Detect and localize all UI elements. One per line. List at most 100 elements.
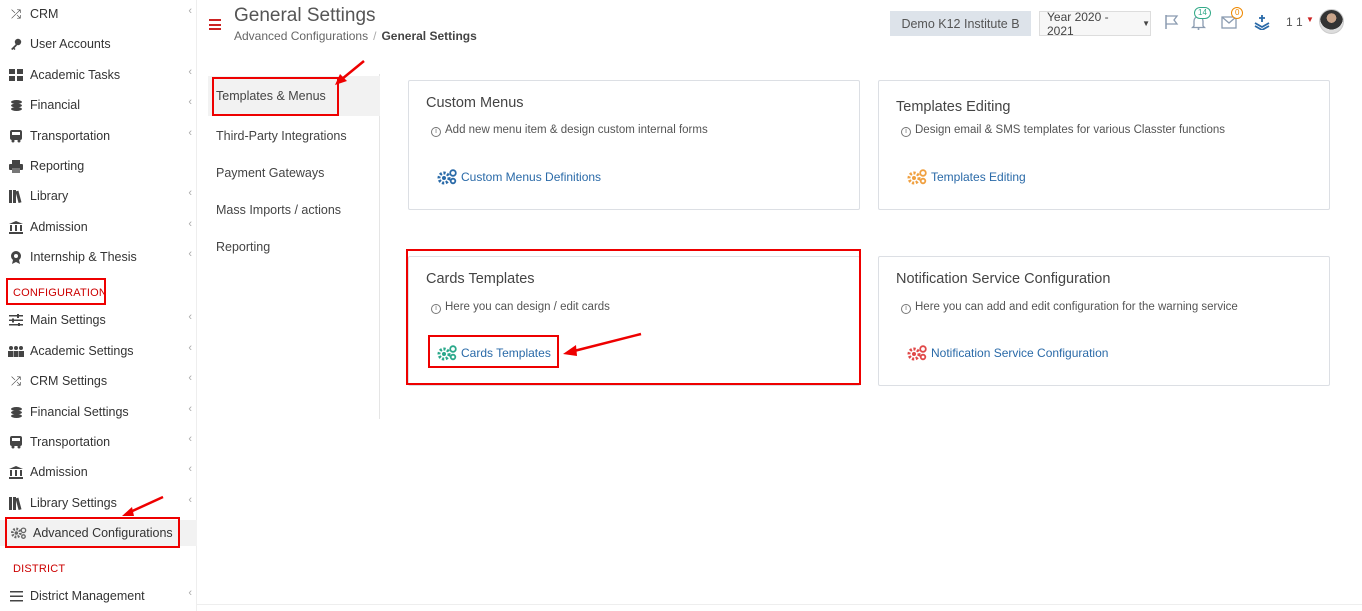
templates-editing-card: Templates Editing i Design email & SMS te… [878,80,1330,210]
sidebar-item-label: Admission [30,465,88,479]
link-label: Notification Service Configuration [931,346,1109,360]
bus-icon [8,129,24,143]
books-icon [8,189,24,203]
sidebar-item-user-accounts[interactable]: User Accounts [0,31,197,57]
sidebar-item-label: Financial Settings [30,405,129,419]
chevron-left-icon: ‹ [188,463,192,475]
card-title: Custom Menus [426,95,524,111]
gears-icon [907,169,929,185]
card-description-text: Add new menu item & design custom intern… [445,124,708,136]
sidebar-item-transportation[interactable]: Transportation ‹ [0,123,197,149]
chevron-left-icon: ‹ [188,403,192,415]
card-description: i Here you can add and edit configuration… [901,301,1238,314]
chevron-left-icon: ‹ [188,5,192,17]
custom-menus-card: Custom Menus i Add new menu item & design… [408,80,860,210]
year-select-value: Year 2020 - 2021 [1047,9,1109,38]
sidebar-item-label: CRM Settings [30,374,108,388]
chevron-left-icon: ‹ [188,587,192,599]
year-select[interactable]: Year 2020 - 2021 ▼ [1039,9,1151,38]
layers-icon[interactable] [1252,13,1272,31]
avatar[interactable] [1319,9,1344,34]
submenu-item-third-party-integrations[interactable]: Third-Party Integrations [208,116,380,156]
submenu-item-payment-gateways[interactable]: Payment Gateways [208,153,380,193]
sidebar-item-label: Academic Settings [30,344,134,358]
sidebar-item-label: Main Settings [30,313,106,327]
institution-icon [8,465,24,479]
users-icon [8,344,24,358]
sidebar-item-district-management[interactable]: District Management ‹ [0,583,197,609]
templates-editing-link[interactable]: Templates Editing [907,169,1026,185]
sliders-icon [8,313,24,327]
submenu-item-reporting[interactable]: Reporting [208,227,380,267]
sidebar-item-academic-tasks[interactable]: Academic Tasks ‹ [0,62,197,88]
templates-menus-highlight-box [212,77,339,116]
chevron-left-icon: ‹ [188,342,192,354]
card-description: i Design email & SMS templates for variou… [901,124,1225,137]
sidebar-item-label: Transportation [30,435,111,449]
sidebar-item-main-settings[interactable]: Main Settings ‹ [0,307,197,333]
shuffle-icon: ⤮ [10,373,21,388]
chevron-left-icon: ‹ [188,433,192,445]
books-icon [8,496,24,510]
flag-icon[interactable] [1161,13,1181,31]
arrow-annotation-icon [563,332,642,356]
chevron-left-icon: ‹ [188,127,192,139]
chevron-left-icon: ‹ [188,494,192,506]
sidebar-item-crm[interactable]: ⤮ CRM ‹ [0,1,197,27]
chevron-left-icon: ‹ [188,66,192,78]
coins-icon [8,98,24,112]
district-section-title: DISTRICT [13,563,66,575]
configuration-highlight-box [6,278,106,305]
breadcrumb: Advanced Configurations / General Settings [234,29,477,43]
hamburger-menu-icon[interactable] [209,19,221,30]
link-label: Templates Editing [931,170,1026,184]
arrow-annotation-icon [335,60,365,85]
sidebar-item-label: Transportation [30,129,111,143]
chevron-left-icon: ‹ [188,248,192,260]
sidebar-item-transportation-settings[interactable]: Transportation ‹ [0,429,197,455]
notification-service-configuration-link[interactable]: Notification Service Configuration [907,345,1108,361]
sidebar-item-library[interactable]: Library ‹ [0,183,197,209]
shuffle-icon: ⤮ [10,6,21,21]
printer-icon [8,159,24,173]
sidebar-item-label: Library [30,189,69,203]
sidebar-item-label: Academic Tasks [30,68,121,82]
page-title: General Settings [234,5,376,26]
custom-menus-definitions-link[interactable]: Custom Menus Definitions [437,169,601,185]
grid-icon [8,68,24,82]
sidebar-item-internship-thesis[interactable]: Internship & Thesis ‹ [0,244,197,270]
user-name[interactable]: 1 1 [1286,15,1303,29]
key-icon [8,37,24,51]
notification-service-card: Notification Service Configuration i Here… [878,256,1330,386]
sidebar-item-academic-settings[interactable]: Academic Settings ‹ [0,338,197,364]
gears-icon [907,345,929,361]
submenu-item-mass-imports[interactable]: Mass Imports / actions [208,190,380,230]
sidebar-item-crm-settings[interactable]: ⤮ CRM Settings ‹ [0,368,197,394]
chevron-left-icon: ‹ [188,311,192,323]
info-icon: i [901,304,911,314]
sidebar-item-label: User Accounts [30,37,111,51]
breadcrumb-parent[interactable]: Advanced Configurations [234,29,368,43]
sidebar-item-label: Financial [30,98,81,112]
arrow-annotation-icon [122,495,164,516]
certificate-icon [8,250,24,264]
caret-down-icon[interactable]: ▼ [1306,15,1314,24]
messages-badge: 0 [1231,7,1244,19]
sidebar-item-admission[interactable]: Admission ‹ [0,214,197,240]
sidebar-item-admission-settings[interactable]: Admission ‹ [0,459,197,485]
sidebar-item-financial[interactable]: Financial ‹ [0,92,197,118]
card-description: i Add new menu item & design custom inter… [431,124,708,137]
coins-icon [8,405,24,419]
sidebar-item-financial-settings[interactable]: Financial Settings ‹ [0,399,197,425]
chevron-left-icon: ‹ [188,372,192,384]
card-title: Notification Service Configuration [896,271,1111,287]
institute-button[interactable]: Demo K12 Institute B [890,11,1031,36]
breadcrumb-current: General Settings [381,29,477,43]
institution-icon [8,220,24,234]
card-description-text: Here you can add and edit configuration … [915,301,1238,313]
notifications-badge: 14 [1194,7,1211,19]
sidebar-item-reporting[interactable]: Reporting [0,153,197,179]
bus-icon [8,435,24,449]
card-title: Templates Editing [896,99,1011,115]
caret-down-icon: ▼ [1142,19,1150,28]
